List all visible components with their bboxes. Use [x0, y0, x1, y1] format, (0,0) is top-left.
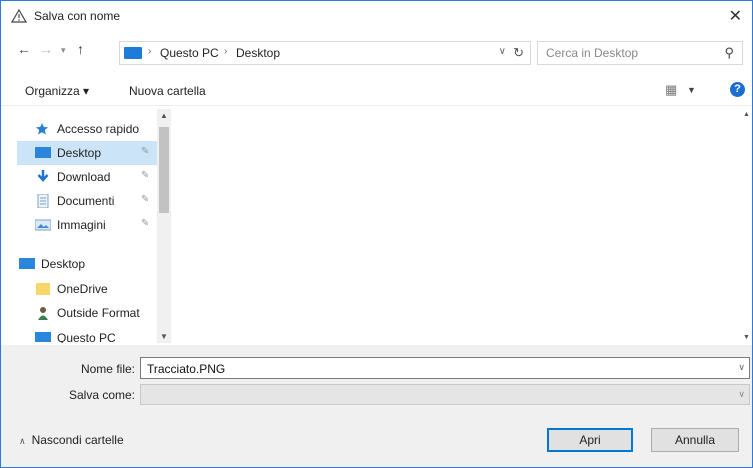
nav-item-label: Immagini	[57, 218, 106, 232]
search-placeholder: Cerca in Desktop	[546, 46, 639, 60]
warning-icon	[10, 8, 28, 23]
nav-item-download[interactable]: Download ✎	[17, 165, 157, 189]
filename-label: Nome file:	[80, 362, 135, 376]
nav-item-onedrive[interactable]: OneDrive	[17, 277, 157, 301]
download-icon	[35, 170, 51, 184]
chevron-down-icon[interactable]: ∨	[738, 389, 745, 400]
new-folder-button[interactable]: Nuova cartella	[129, 84, 206, 98]
nav-item-label: Documenti	[57, 194, 115, 208]
toolbar: Organizza ▾ Nuova cartella ▦ ▼ ?	[1, 77, 752, 106]
pictures-icon	[34, 218, 52, 232]
filename-value: Tracciato.PNG	[147, 362, 226, 376]
pin-icon[interactable]: ✎	[141, 146, 149, 157]
breadcrumb-separator-icon[interactable]: ›	[148, 46, 151, 57]
organize-button[interactable]: Organizza ▾	[25, 84, 89, 98]
search-input[interactable]: Cerca in Desktop ⚲	[537, 41, 743, 65]
hide-folders-toggle[interactable]: ∧ Nascondi cartelle	[19, 433, 124, 447]
chevron-down-icon[interactable]: ∨	[738, 362, 745, 373]
scrollbar-thumb[interactable]	[159, 127, 169, 213]
title-bar: Salva con nome ✕	[1, 1, 752, 32]
file-list-scrollbar[interactable]: ▲ ▼	[743, 109, 752, 343]
scroll-up-icon[interactable]: ▲	[160, 111, 168, 120]
pin-icon[interactable]: ✎	[141, 218, 149, 229]
pc-icon	[35, 331, 51, 343]
star-icon	[35, 122, 51, 136]
file-list-area[interactable]	[177, 109, 745, 343]
save-options-panel: Nome file: Tracciato.PNG ∨ Salva come: ∨…	[1, 345, 752, 467]
window-title: Salva con nome	[34, 9, 121, 23]
folder-icon	[35, 282, 51, 296]
navigation-pane: Accesso rapido Desktop ✎ Download ✎ Docu…	[17, 109, 171, 343]
pin-icon[interactable]: ✎	[141, 170, 149, 181]
nav-item-label: OneDrive	[57, 282, 108, 296]
desktop-icon	[35, 146, 51, 160]
up-arrow-icon[interactable]: ↑	[77, 41, 84, 57]
hide-folders-label: Nascondi cartelle	[31, 433, 124, 447]
nav-item-desktop[interactable]: Desktop	[17, 252, 157, 276]
desktop-icon	[19, 257, 35, 271]
address-bar[interactable]: › Questo PC › Desktop ∨ ↻	[119, 41, 531, 65]
view-options-icon[interactable]: ▦	[665, 82, 677, 98]
breadcrumb-desktop[interactable]: Desktop	[236, 46, 280, 60]
nav-item-label: Download	[57, 170, 111, 184]
nav-item-label: Outside Format	[57, 306, 140, 320]
cancel-button[interactable]: Annulla	[651, 428, 739, 452]
scroll-up-icon[interactable]: ▲	[743, 111, 750, 118]
chevron-down-icon[interactable]: ▼	[687, 85, 696, 95]
nav-item-quick-access[interactable]: Accesso rapido	[17, 117, 157, 141]
nav-item-desktop-pinned[interactable]: Desktop ✎	[17, 141, 157, 165]
chevron-down-icon[interactable]: ∨	[499, 46, 506, 57]
nav-item-label: Accesso rapido	[57, 122, 140, 136]
open-button[interactable]: Apri	[547, 428, 633, 452]
nav-item-label: Desktop	[57, 146, 102, 160]
chevron-up-icon: ∧	[19, 436, 26, 446]
breadcrumb-separator-icon[interactable]: ›	[224, 46, 227, 57]
close-icon[interactable]: ✕	[729, 6, 742, 26]
pin-icon[interactable]: ✎	[141, 194, 149, 205]
documents-icon	[35, 193, 51, 209]
address-row: ← → ▾ ↑ › Questo PC › Desktop ∨ ↻ Cerca …	[1, 37, 752, 67]
nav-pane-scrollbar[interactable]: ▲ ▼	[157, 109, 171, 343]
refresh-icon[interactable]: ↻	[513, 45, 524, 61]
savetype-select[interactable]: ∨	[140, 384, 750, 405]
nav-item-label: Questo PC	[57, 331, 116, 343]
nav-item-documents[interactable]: Documenti ✎	[17, 189, 157, 213]
scroll-down-icon[interactable]: ▼	[743, 334, 750, 341]
back-arrow-icon[interactable]: ←	[17, 41, 31, 57]
filename-field[interactable]: Tracciato.PNG ∨	[140, 357, 750, 379]
recent-locations-icon[interactable]: ▾	[61, 45, 66, 56]
nav-item-this-pc[interactable]: Questo PC	[17, 326, 157, 343]
nav-item-pictures[interactable]: Immagini ✎	[17, 213, 157, 237]
save-as-dialog: Salva con nome ✕ ← → ▾ ↑ › Questo PC › D…	[0, 0, 753, 468]
breadcrumb-this-pc[interactable]: Questo PC	[160, 46, 219, 60]
savetype-label: Salva come:	[68, 388, 135, 402]
pc-icon	[124, 47, 142, 59]
user-icon	[35, 306, 51, 320]
forward-arrow-icon[interactable]: →	[39, 41, 53, 57]
help-icon[interactable]: ?	[730, 82, 745, 97]
scroll-down-icon[interactable]: ▼	[160, 332, 168, 341]
nav-item-label: Desktop	[41, 257, 86, 271]
search-icon[interactable]: ⚲	[724, 45, 734, 61]
nav-item-outside-format[interactable]: Outside Format	[17, 301, 157, 325]
